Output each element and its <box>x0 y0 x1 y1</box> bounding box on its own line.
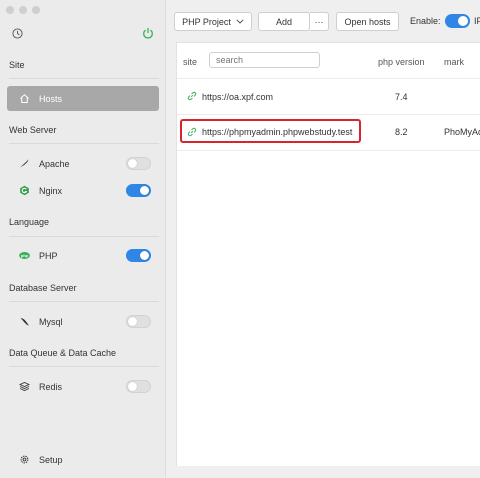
php-toggle[interactable] <box>126 249 151 262</box>
sidebar-item-label: Setup <box>39 454 63 465</box>
sidebar-item-label: Redis <box>39 381 63 392</box>
enable-toggle[interactable] <box>445 14 470 28</box>
mysql-dolphin-icon <box>19 316 30 327</box>
divider <box>9 366 159 367</box>
apache-feather-icon <box>19 158 30 169</box>
divider <box>9 143 159 144</box>
project-select-value: PHP Project <box>182 16 231 27</box>
project-select[interactable]: PHP Project <box>174 12 252 31</box>
add-button[interactable]: Add <box>258 12 310 31</box>
more-button[interactable]: ··· <box>310 12 329 31</box>
php-version-cell: 8.2 <box>395 127 408 137</box>
search-input[interactable] <box>209 52 320 68</box>
close-window-button[interactable] <box>6 6 14 14</box>
truncated-label: IP <box>474 16 480 26</box>
sidebar-item-setup[interactable]: Setup <box>7 447 159 472</box>
divider <box>9 78 159 79</box>
sidebar-item-label: Apache <box>39 158 70 169</box>
sidebar-item-label: Nginx <box>39 185 63 196</box>
window-controls <box>6 6 40 14</box>
sidebar-item-label: Mysql <box>39 316 63 327</box>
divider <box>177 150 480 151</box>
maximize-window-button[interactable] <box>32 6 40 14</box>
column-header-php-version: php version <box>378 57 425 67</box>
mark-cell: PhoMyAd <box>444 127 480 137</box>
nginx-icon <box>19 185 30 196</box>
site-link[interactable]: https://oa.xpf.com <box>202 92 273 102</box>
link-icon <box>187 91 197 101</box>
power-icon[interactable] <box>142 27 154 39</box>
gear-icon <box>19 454 30 465</box>
redis-toggle[interactable] <box>126 380 151 393</box>
sidebar-item-hosts[interactable]: Hosts <box>7 86 159 111</box>
divider <box>177 114 480 115</box>
sidebar-item-label: Hosts <box>39 93 63 104</box>
nginx-toggle[interactable] <box>126 184 151 197</box>
column-header-site: site <box>183 57 198 67</box>
section-web-server: Web Server <box>9 125 57 135</box>
minimize-window-button[interactable] <box>19 6 27 14</box>
sidebar: Site Hosts Web Server Apache Nginx Langu… <box>0 0 166 478</box>
divider <box>9 301 159 302</box>
php-version-cell: 7.4 <box>395 92 408 102</box>
chevron-down-icon <box>236 19 244 24</box>
divider <box>177 78 480 79</box>
app-window: Site Hosts Web Server Apache Nginx Langu… <box>0 0 480 478</box>
enable-label: Enable: <box>410 16 441 26</box>
highlight-box <box>180 119 361 143</box>
divider <box>9 236 159 237</box>
svg-text:php: php <box>21 254 29 258</box>
clock-icon[interactable] <box>12 28 23 39</box>
column-header-mark: mark <box>444 57 464 67</box>
php-icon: php <box>19 250 30 261</box>
sidebar-item-label: PHP <box>39 250 58 261</box>
home-icon <box>19 93 30 104</box>
section-data-queue: Data Queue & Data Cache <box>9 348 117 358</box>
mysql-toggle[interactable] <box>126 315 151 328</box>
section-language: Language <box>9 217 50 227</box>
open-hosts-button[interactable]: Open hosts <box>336 12 399 31</box>
hosts-table-panel <box>176 42 480 466</box>
section-site: Site <box>9 60 25 70</box>
apache-toggle[interactable] <box>126 157 151 170</box>
section-database-server: Database Server <box>9 283 77 293</box>
redis-stack-icon <box>19 381 30 392</box>
